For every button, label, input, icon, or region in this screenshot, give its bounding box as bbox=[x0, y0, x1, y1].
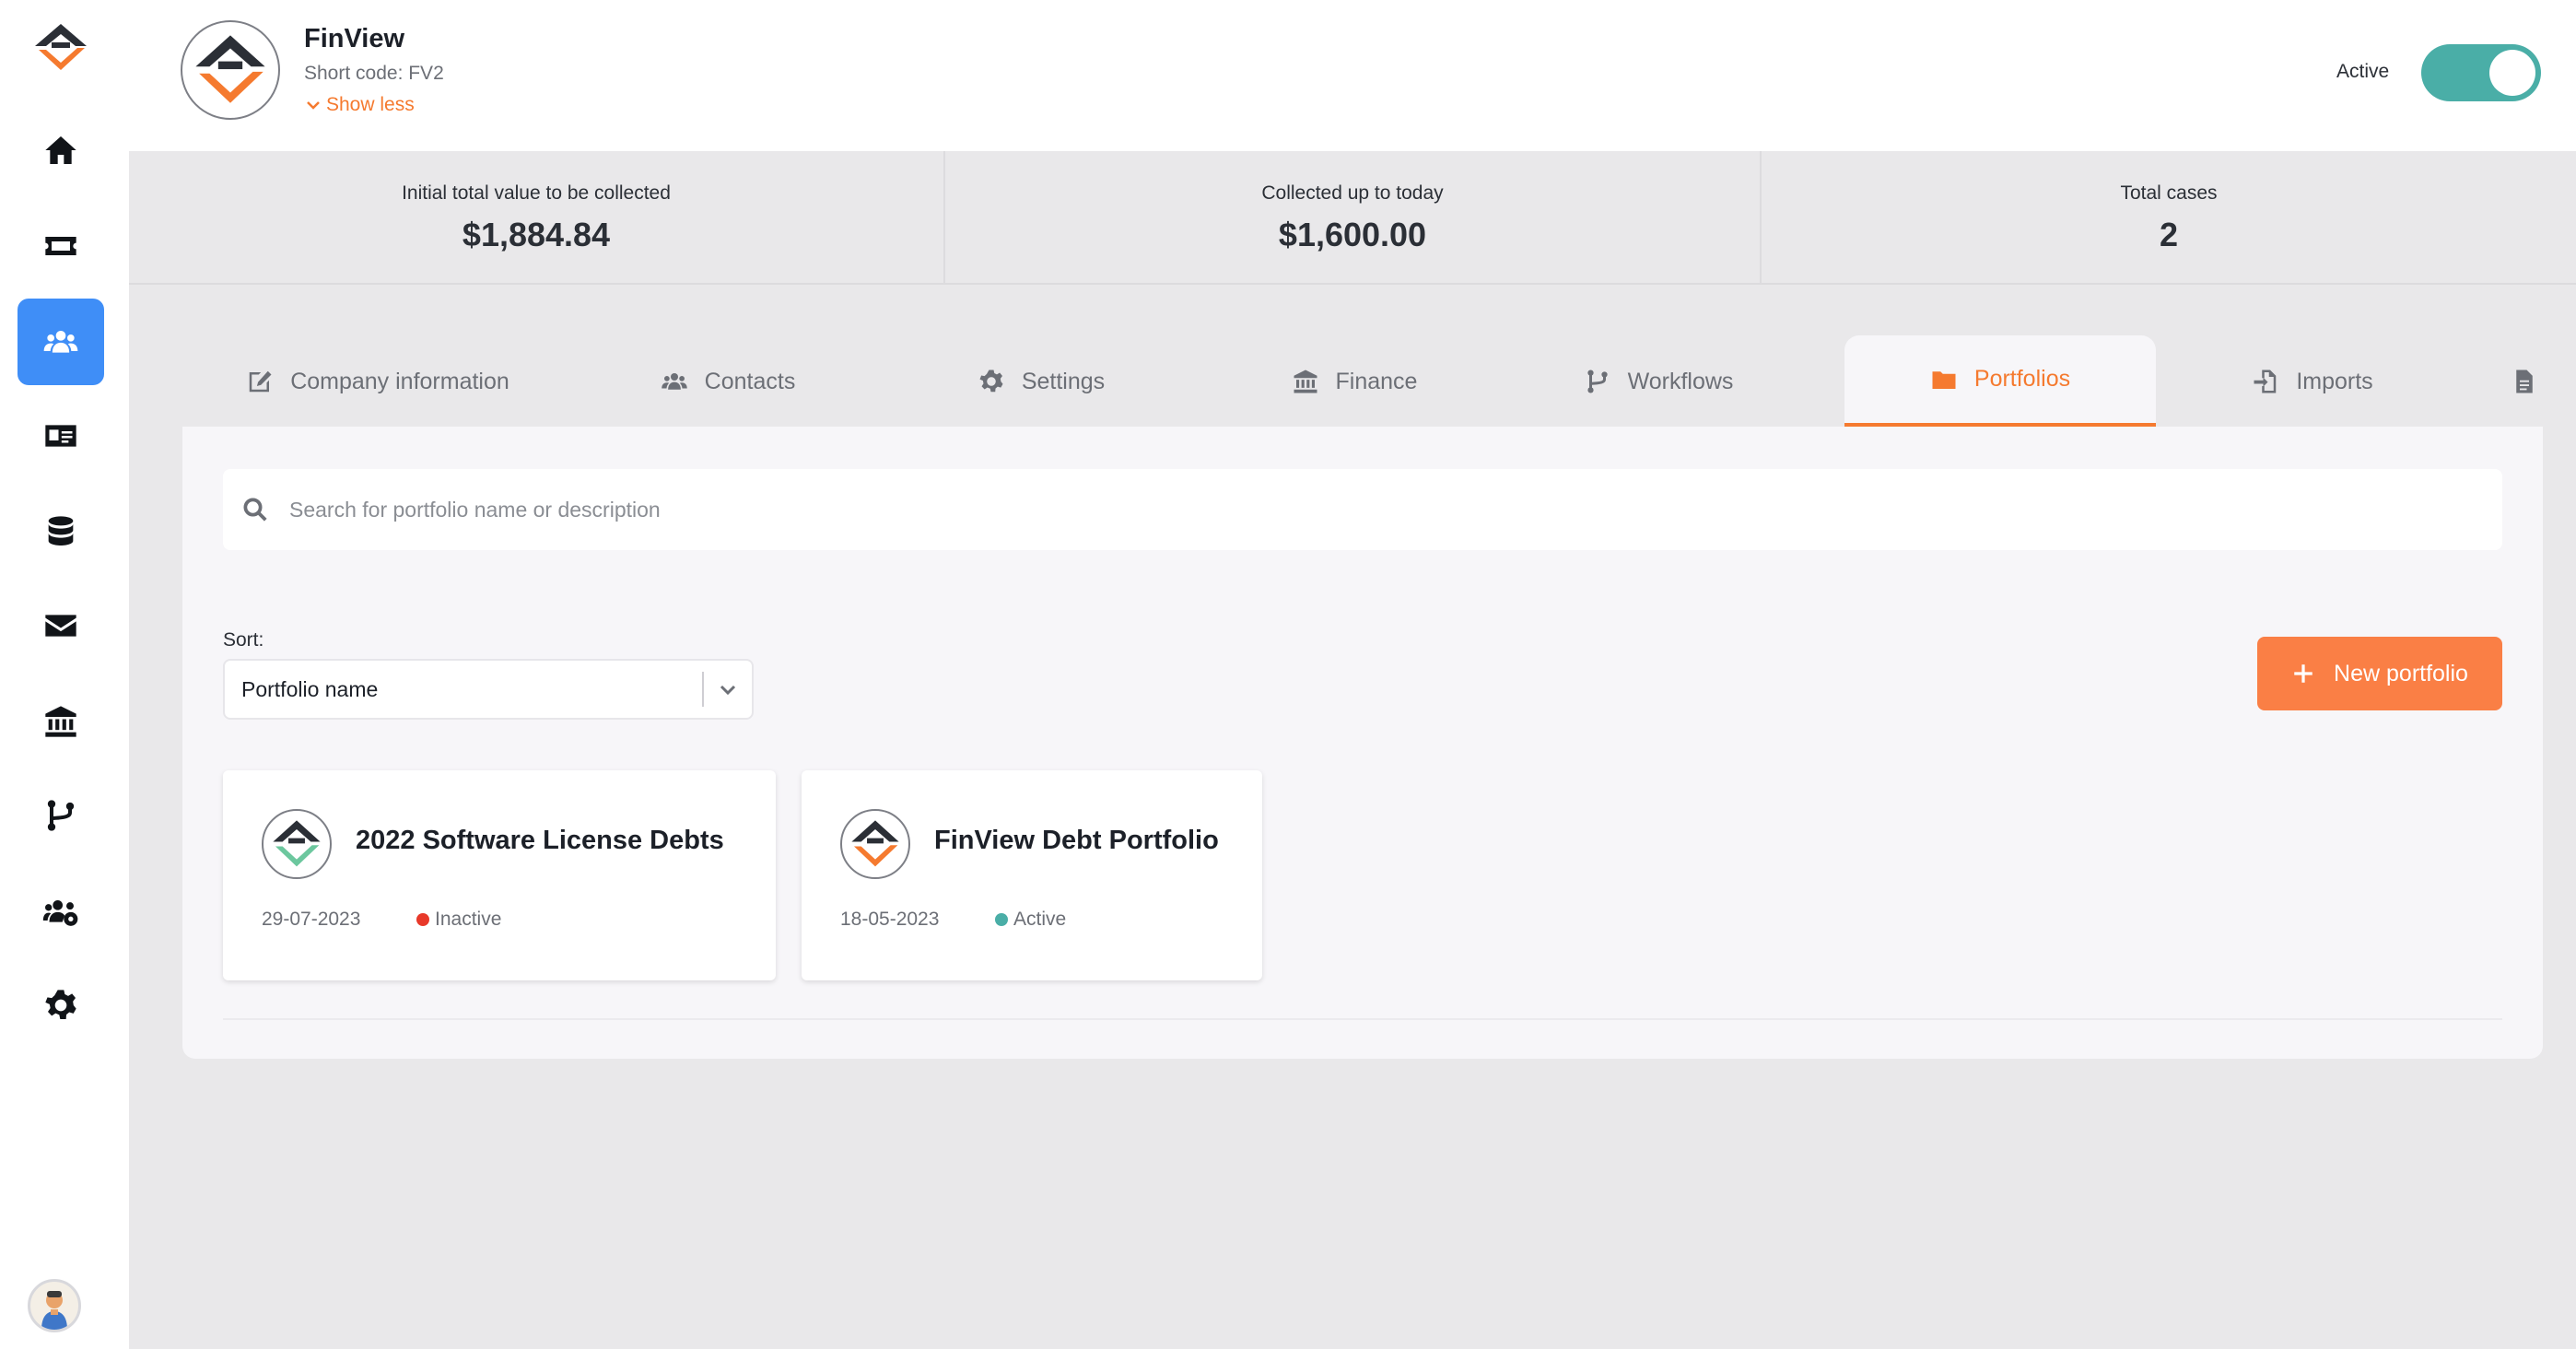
portfolio-status: Inactive bbox=[416, 909, 501, 931]
sort-select[interactable]: Portfolio name bbox=[223, 659, 754, 720]
tab-portfolios[interactable]: Portfolios bbox=[1844, 335, 2156, 428]
plus-icon bbox=[2294, 664, 2313, 683]
tab-label: Contacts bbox=[704, 368, 796, 394]
stat-label: Collected up to today bbox=[1261, 182, 1444, 204]
show-less-label: Show less bbox=[326, 94, 415, 115]
chevron-down-icon bbox=[307, 101, 320, 110]
tab-label: Finance bbox=[1335, 368, 1418, 394]
sidebar-item-bank[interactable] bbox=[18, 678, 104, 765]
gear-icon bbox=[979, 370, 1003, 393]
bank-icon bbox=[45, 706, 76, 737]
users-icon bbox=[43, 331, 78, 353]
document-icon bbox=[2516, 370, 2533, 393]
new-portfolio-button[interactable]: New portfolio bbox=[2257, 637, 2502, 710]
stat-label: Total cases bbox=[2120, 182, 2218, 204]
sidebar-item-database[interactable] bbox=[18, 488, 104, 575]
company-name: FinView bbox=[304, 24, 405, 53]
sort-label: Sort: bbox=[223, 629, 264, 651]
sort-dropdown-toggle[interactable] bbox=[704, 678, 752, 700]
user-avatar[interactable] bbox=[28, 1279, 81, 1332]
sidebar-item-workflows[interactable] bbox=[18, 772, 104, 859]
show-less-link[interactable]: Show less bbox=[304, 94, 415, 116]
tab-company-information[interactable]: Company information bbox=[184, 335, 571, 428]
stats-bar: Initial total value to be collected $1,8… bbox=[129, 151, 2576, 285]
users-icon bbox=[661, 373, 687, 390]
portfolio-search[interactable] bbox=[223, 469, 2502, 550]
chevron-down-icon bbox=[720, 685, 736, 696]
ticket-icon bbox=[45, 237, 76, 255]
folder-icon bbox=[1932, 370, 1956, 389]
status-dot bbox=[995, 913, 1008, 926]
sidebar-item-debtors[interactable] bbox=[18, 393, 104, 479]
status-text: Active bbox=[1013, 909, 1067, 930]
tab-bar: Company information Contacts Settings Fi… bbox=[184, 335, 2543, 428]
portfolio-status: Active bbox=[995, 909, 1066, 931]
bank-icon bbox=[1294, 370, 1317, 393]
stat-value: $1,600.00 bbox=[1278, 216, 1427, 253]
sort-selected-value: Portfolio name bbox=[241, 676, 379, 701]
edit-icon bbox=[249, 370, 272, 393]
portfolio-card[interactable]: FinView Debt Portfolio 18-05-2023 Active bbox=[802, 770, 1262, 980]
portfolio-name: 2022 Software License Debts bbox=[356, 826, 724, 855]
stat-label: Initial total value to be collected bbox=[402, 182, 671, 204]
active-toggle[interactable] bbox=[2421, 44, 2541, 101]
company-short-code: Short code: FV2 bbox=[304, 63, 444, 84]
status-text: Inactive bbox=[435, 909, 502, 930]
sidebar-item-settings[interactable] bbox=[18, 962, 104, 1049]
toggle-knob bbox=[2489, 50, 2535, 96]
tab-workflows[interactable]: Workflows bbox=[1548, 335, 1769, 428]
envelope-icon bbox=[45, 615, 76, 637]
panel-divider bbox=[223, 1018, 2502, 1020]
portfolio-name: FinView Debt Portfolio bbox=[934, 826, 1219, 855]
portfolio-date: 29-07-2023 bbox=[262, 909, 361, 930]
tab-finance[interactable]: Finance bbox=[1253, 335, 1456, 428]
branch-icon bbox=[47, 800, 75, 831]
users-cog-icon bbox=[42, 900, 78, 926]
search-icon bbox=[243, 498, 267, 522]
sidebar-item-messages[interactable] bbox=[18, 582, 104, 669]
branch-icon bbox=[1587, 370, 1608, 393]
tab-label: Settings bbox=[1021, 368, 1106, 394]
portfolio-date: 18-05-2023 bbox=[840, 909, 940, 930]
tab-label: Imports bbox=[2296, 368, 2373, 394]
import-icon bbox=[2254, 370, 2277, 393]
app-logo[interactable] bbox=[29, 18, 92, 77]
portfolio-logo bbox=[262, 809, 332, 879]
sidebar-item-tickets[interactable] bbox=[18, 203, 104, 289]
tab-label: Company information bbox=[290, 368, 509, 394]
status-dot bbox=[416, 913, 429, 926]
home-icon bbox=[45, 136, 76, 164]
company-header: FinView Short code: FV2 Show less Active bbox=[129, 0, 2576, 151]
tab-settings[interactable]: Settings bbox=[940, 335, 1142, 428]
tab-imports[interactable]: Imports bbox=[2211, 335, 2414, 428]
sidebar-item-home[interactable] bbox=[18, 107, 104, 194]
stat-initial-total: Initial total value to be collected $1,8… bbox=[129, 151, 945, 283]
tab-label: Workflows bbox=[1627, 368, 1734, 394]
sidebar bbox=[0, 0, 129, 1349]
portfolios-panel: Sort: Portfolio name New portfolio 2022 … bbox=[182, 427, 2543, 1059]
sidebar-item-clients[interactable] bbox=[18, 299, 104, 385]
search-input[interactable] bbox=[289, 497, 2408, 522]
stat-total-cases: Total cases 2 bbox=[1762, 151, 2576, 283]
status-label: Active bbox=[2336, 61, 2390, 82]
stat-value: 2 bbox=[2159, 216, 2179, 253]
new-portfolio-label: New portfolio bbox=[2334, 660, 2468, 686]
tab-contacts[interactable]: Contacts bbox=[626, 335, 829, 428]
sidebar-item-users[interactable] bbox=[18, 868, 104, 955]
stat-collected: Collected up to today $1,600.00 bbox=[945, 151, 1762, 283]
portfolio-card[interactable]: 2022 Software License Debts 29-07-2023 I… bbox=[223, 770, 776, 980]
tab-label: Portfolios bbox=[1973, 366, 2071, 392]
gear-icon bbox=[45, 990, 76, 1019]
stat-value: $1,884.84 bbox=[462, 216, 611, 253]
portfolio-logo bbox=[840, 809, 910, 879]
tab-documents[interactable] bbox=[2506, 335, 2543, 428]
database-icon bbox=[48, 516, 74, 545]
company-logo bbox=[181, 20, 280, 120]
id-card-icon bbox=[45, 425, 76, 447]
